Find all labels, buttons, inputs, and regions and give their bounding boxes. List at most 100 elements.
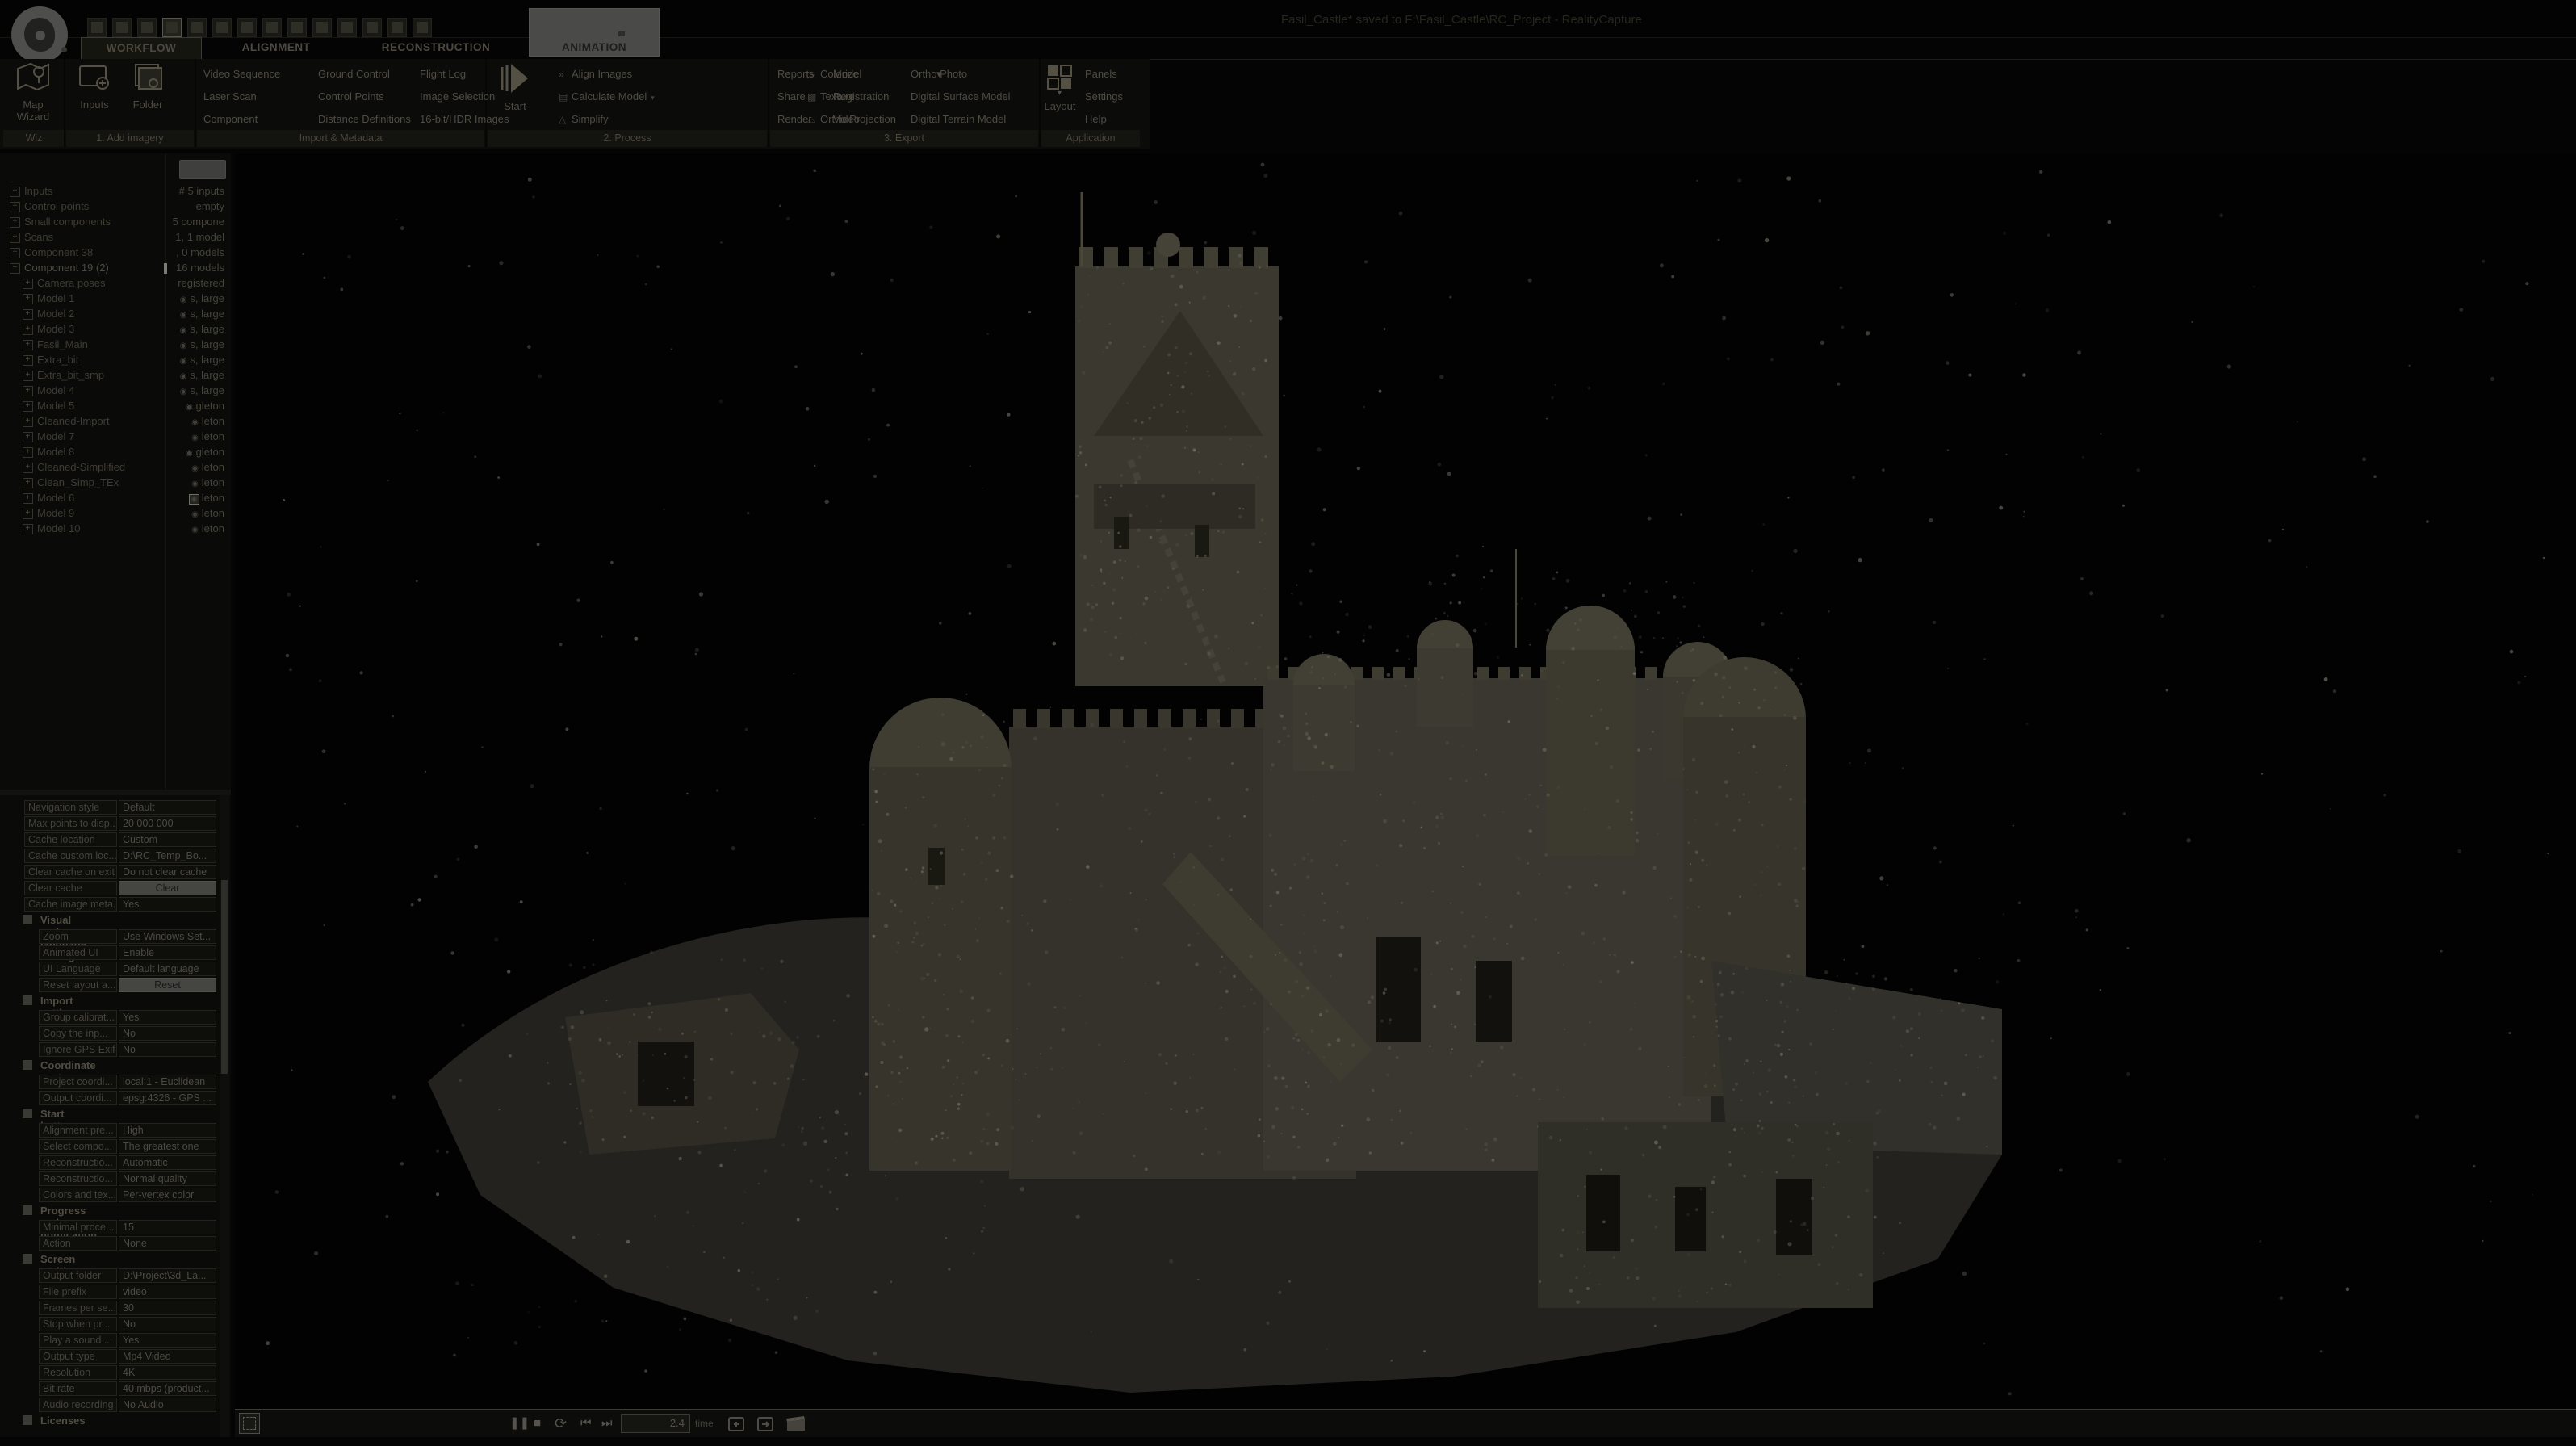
tree-expander-icon[interactable]: + xyxy=(23,294,33,304)
button-video[interactable]: Video xyxy=(833,111,860,128)
tree-row-camera-poses[interactable]: +Camera posesregistered xyxy=(0,276,231,291)
tree-expander-icon[interactable]: + xyxy=(10,187,20,197)
visibility-eye-icon[interactable]: ◉ xyxy=(186,449,193,458)
visibility-eye-icon[interactable]: ◉ xyxy=(180,388,187,396)
loop-button[interactable]: ⟳ xyxy=(555,1415,567,1432)
section-collapse-icon[interactable] xyxy=(23,1415,32,1425)
prev-frame-button[interactable]: ⏮ xyxy=(580,1415,592,1432)
tab-workflow[interactable]: WORKFLOW xyxy=(81,37,202,60)
button-render[interactable]: Render xyxy=(777,111,812,128)
stop-button[interactable]: ■ xyxy=(534,1415,541,1432)
tree-row-component-19-2-[interactable]: −Component 19 (2)16 models xyxy=(0,261,231,276)
button-control-points[interactable]: Control Points xyxy=(318,88,384,106)
tree-row-model-1[interactable]: +Model 1◉s, large xyxy=(0,291,231,307)
setting-value[interactable]: Default xyxy=(119,800,216,815)
tree-expander-icon[interactable]: + xyxy=(23,463,33,473)
tree-expander-icon[interactable]: + xyxy=(23,386,33,396)
visibility-eye-icon[interactable]: ◉ xyxy=(186,403,193,412)
tree-row-scans[interactable]: +Scans1, 1 model xyxy=(0,230,231,245)
setting-value[interactable]: None xyxy=(119,1236,216,1251)
quick-access-icon-6[interactable] xyxy=(212,18,232,37)
button-simplify[interactable]: △Simplify xyxy=(559,111,609,128)
tab-alignment[interactable]: ALIGNMENT xyxy=(224,37,329,58)
grab-frame-icon[interactable] xyxy=(727,1415,747,1434)
setting-value[interactable]: No Audio xyxy=(119,1398,216,1412)
setting-value[interactable]: epsg:4326 - GPS ... xyxy=(119,1091,216,1105)
quick-access-icon-2[interactable] xyxy=(112,18,132,37)
setting-value[interactable]: Yes xyxy=(119,1333,216,1348)
region-select-icon[interactable] xyxy=(239,1413,260,1434)
button-registration[interactable]: Registration xyxy=(833,88,889,106)
tree-expander-icon[interactable]: + xyxy=(23,340,33,350)
quick-access-icon-4[interactable] xyxy=(162,18,182,37)
button-distance-definitions[interactable]: Distance Definitions xyxy=(318,111,411,128)
button-reports[interactable]: Reports xyxy=(777,65,815,83)
tree-expander-icon[interactable]: + xyxy=(23,355,33,366)
tab-reconstruction[interactable]: RECONSTRUCTION xyxy=(355,37,517,58)
visibility-eye-icon[interactable]: ◉ xyxy=(191,418,199,427)
setting-value[interactable]: Normal quality xyxy=(119,1171,216,1186)
quick-access-icon-13[interactable] xyxy=(387,18,407,37)
settings-scrollbar[interactable] xyxy=(220,795,229,1441)
setting-button-clear[interactable]: Clear xyxy=(119,881,216,895)
tree-row-component-38[interactable]: +Component 38, 0 models xyxy=(0,245,231,261)
setting-value[interactable]: 30 xyxy=(119,1301,216,1315)
tree-expander-icon[interactable]: − xyxy=(10,263,20,274)
tree-row-cleaned-import[interactable]: +Cleaned-Import◉leton xyxy=(0,414,231,430)
tree-expander-icon[interactable]: + xyxy=(23,401,33,412)
button-inputs[interactable]: Inputs xyxy=(69,61,119,111)
panel-splitter[interactable] xyxy=(0,790,231,795)
button-ground-control[interactable]: Ground Control xyxy=(318,65,390,83)
setting-value[interactable]: Yes xyxy=(119,1010,216,1025)
visibility-eye-icon[interactable]: ◉ xyxy=(180,295,187,304)
tree-expander-icon[interactable]: + xyxy=(23,524,33,534)
button-calculate-model[interactable]: ▤Calculate Model▾ xyxy=(559,88,655,106)
button-settings[interactable]: Settings xyxy=(1085,88,1123,106)
setting-value[interactable]: video xyxy=(119,1285,216,1299)
quick-access-icon-1[interactable] xyxy=(87,18,107,37)
tree-row-control-points[interactable]: +Control pointsempty xyxy=(0,199,231,215)
tree-row-model-10[interactable]: +Model 10◉leton xyxy=(0,522,231,537)
button-model[interactable]: Model xyxy=(833,65,861,83)
button-digital-terrain-model[interactable]: Digital Terrain Model xyxy=(911,111,1006,128)
button-map-wizard[interactable]: Map Wizard xyxy=(6,61,60,123)
tree-expander-icon[interactable]: + xyxy=(23,309,33,320)
tree-expander-icon[interactable]: + xyxy=(10,202,20,212)
section-collapse-icon[interactable] xyxy=(23,1254,32,1264)
setting-value[interactable]: The greatest one xyxy=(119,1139,216,1154)
tree-row-extra-bit-smp[interactable]: +Extra_bit_smp◉s, large xyxy=(0,368,231,384)
quick-access-icon-14[interactable] xyxy=(413,18,432,37)
section-collapse-icon[interactable] xyxy=(23,915,32,924)
setting-value[interactable]: High xyxy=(119,1123,216,1138)
tree-expander-icon[interactable]: + xyxy=(10,248,20,258)
setting-value[interactable]: 40 mbps (product... xyxy=(119,1381,216,1396)
setting-value[interactable]: local:1 - Euclidean xyxy=(119,1075,216,1089)
button-panels[interactable]: Panels xyxy=(1085,65,1117,83)
button-folder[interactable]: Folder xyxy=(123,61,173,111)
button-start[interactable]: Start xyxy=(494,61,536,112)
clapperboard-icon[interactable] xyxy=(785,1415,806,1434)
tree-row-clean-simp-tex[interactable]: +Clean_Simp_TEx◉leton xyxy=(0,476,231,491)
button-image-selection[interactable]: Image Selection xyxy=(420,88,495,106)
button-align-images[interactable]: »Align Images xyxy=(559,65,632,83)
section-collapse-icon[interactable] xyxy=(23,1060,32,1070)
time-input[interactable]: 2.4 xyxy=(621,1414,690,1433)
tree-row-model-5[interactable]: +Model 5◉gleton xyxy=(0,399,231,414)
tree-row-extra-bit[interactable]: +Extra_bit◉s, large xyxy=(0,353,231,368)
setting-value[interactable]: No xyxy=(119,1317,216,1331)
tree-row-inputs[interactable]: +Inputs# 5 inputs xyxy=(0,184,231,199)
tree-row-small-components[interactable]: +Small components5 compone xyxy=(0,215,231,230)
visibility-eye-icon[interactable]: ◉ xyxy=(180,357,187,366)
viewport-3d[interactable] xyxy=(235,153,2576,1409)
tree-row-model-8[interactable]: +Model 8◉gleton xyxy=(0,445,231,460)
visibility-eye-icon[interactable]: ◉ xyxy=(191,434,199,442)
tree-row-model-2[interactable]: +Model 2◉s, large xyxy=(0,307,231,322)
tree-expander-icon[interactable]: + xyxy=(23,509,33,519)
settings-scrollbar-thumb[interactable] xyxy=(221,880,228,1074)
section-collapse-icon[interactable] xyxy=(23,995,32,1005)
tree-expander-icon[interactable]: + xyxy=(23,478,33,488)
visibility-eye-icon[interactable]: ◉ xyxy=(180,372,187,381)
visibility-eye-icon[interactable]: ◉ xyxy=(191,464,199,473)
visibility-eye-icon[interactable]: ◉ xyxy=(190,495,199,504)
grab-sequence-icon[interactable] xyxy=(756,1415,776,1434)
